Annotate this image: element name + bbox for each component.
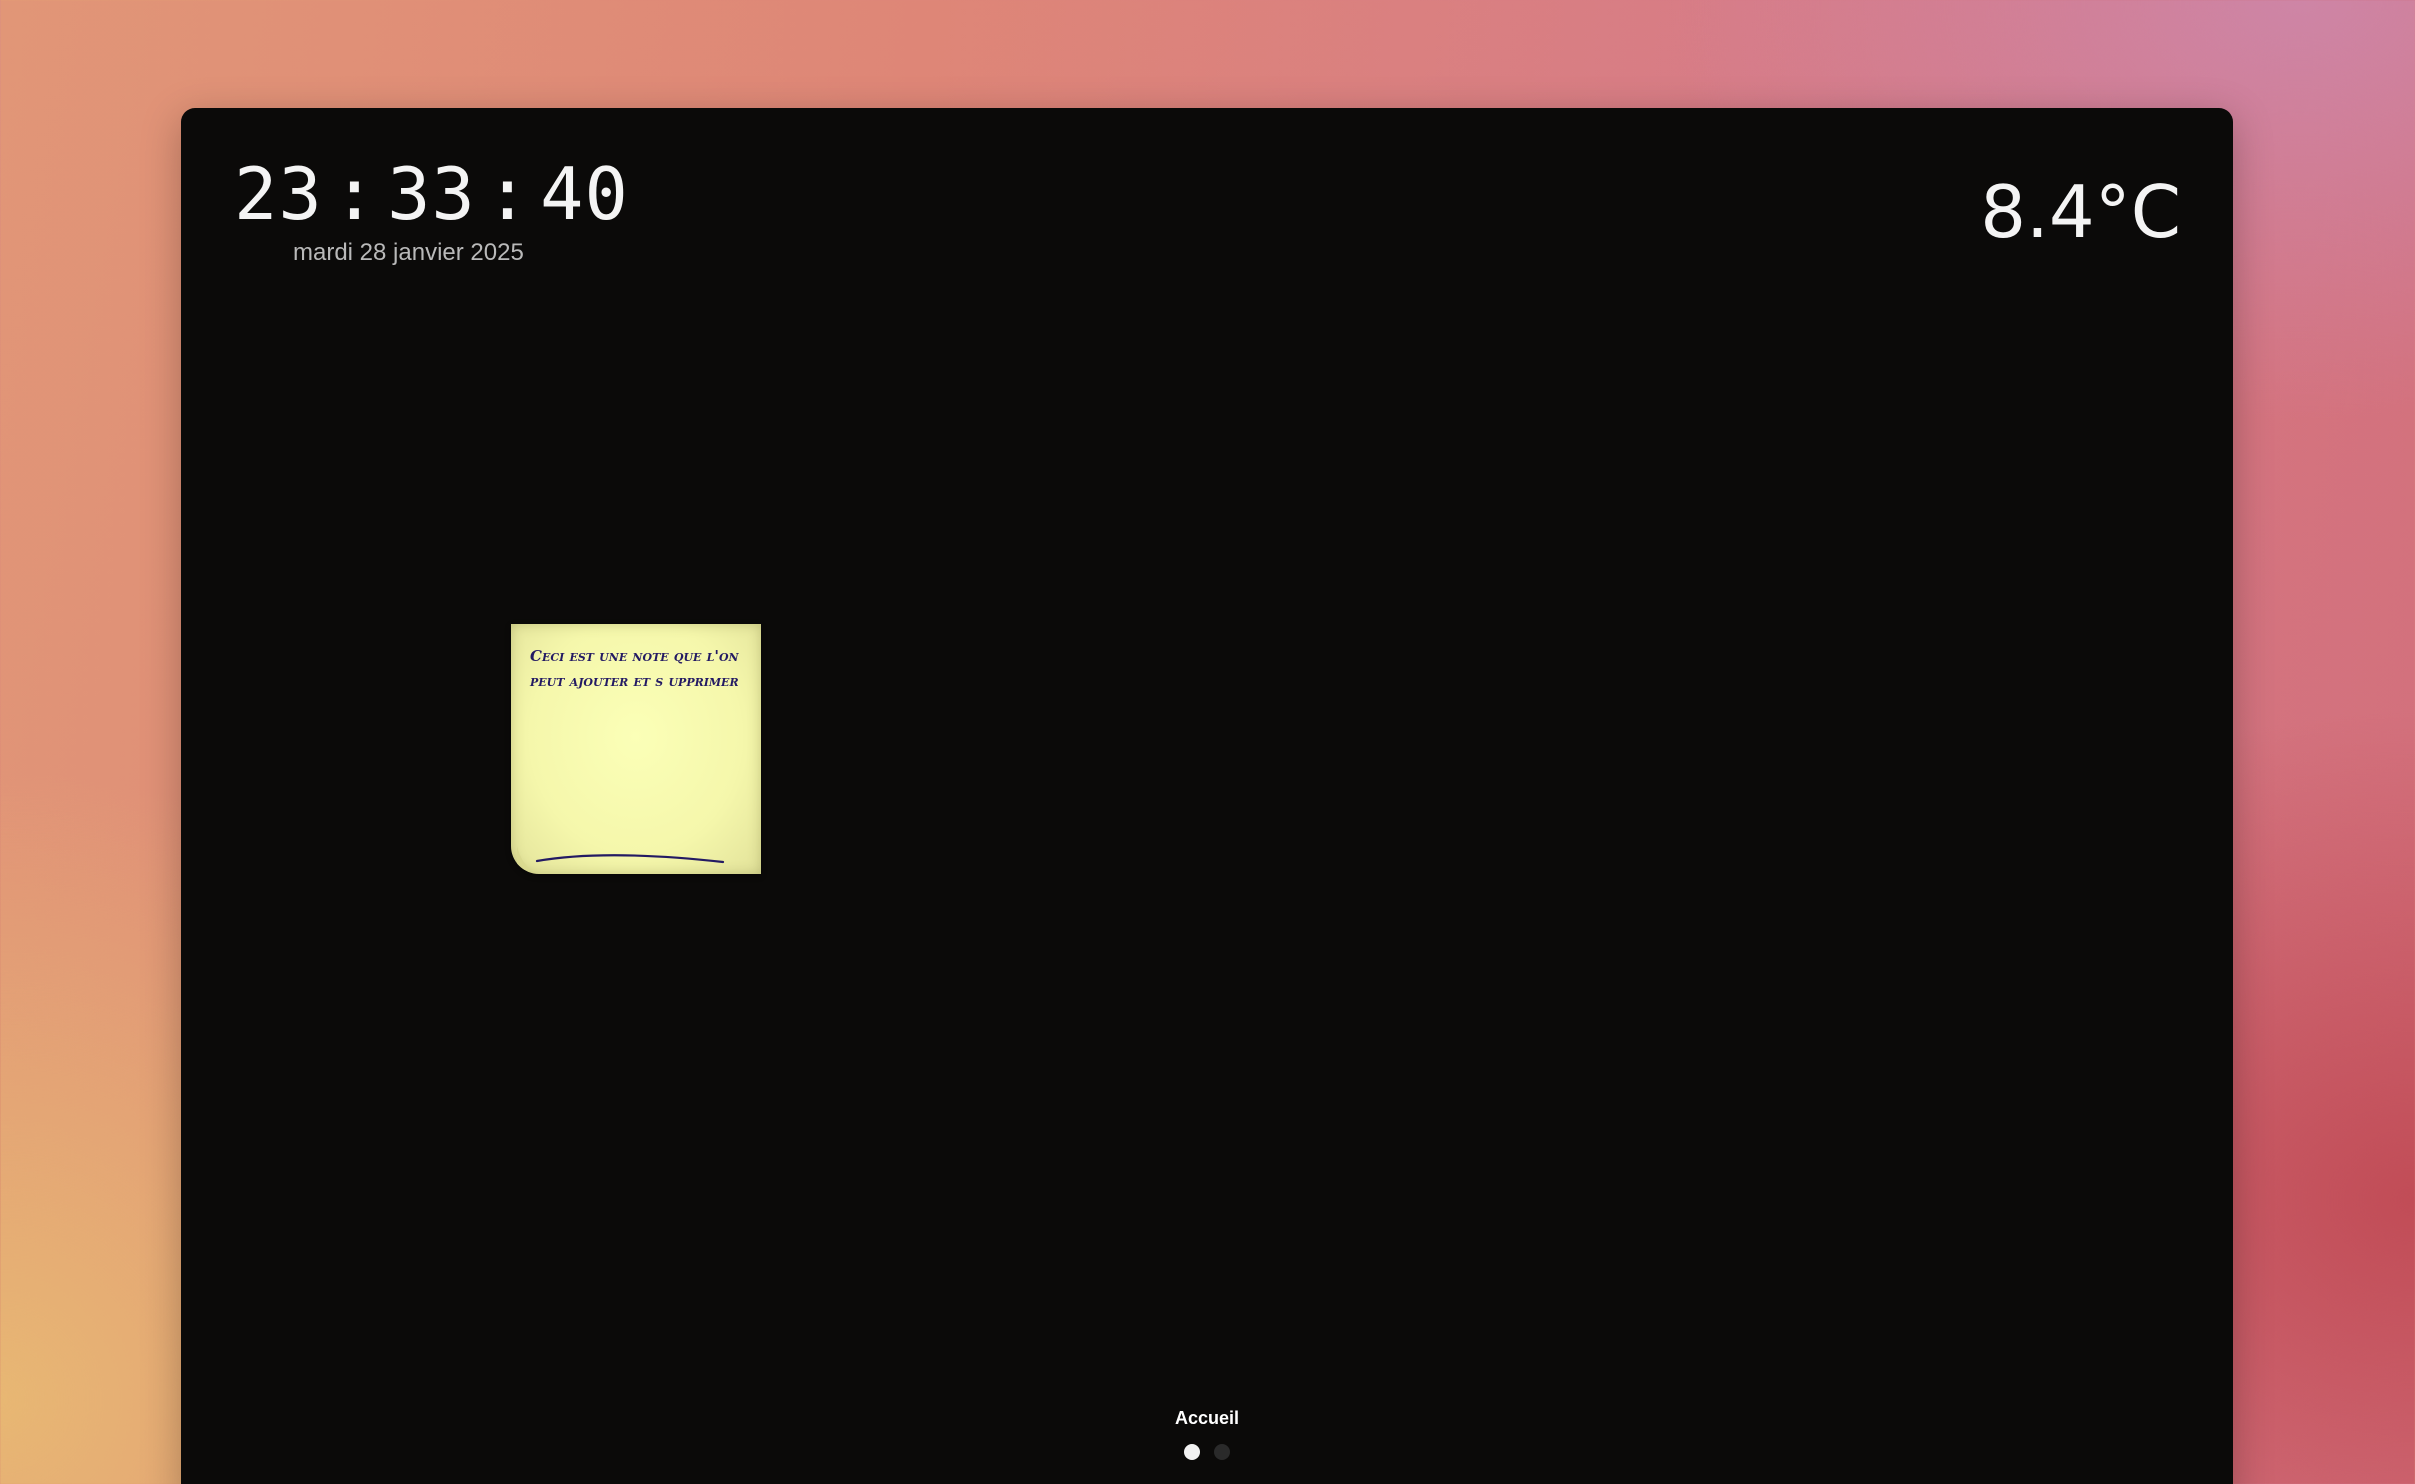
page-indicator <box>181 1444 2233 1460</box>
dashboard-screen: 23:33:40 mardi 28 janvier 2025 8.4°C Cec… <box>181 108 2233 1484</box>
clock-hours: 23 <box>234 152 323 236</box>
sticky-note[interactable]: Ceci est une note que l'on peut ajouter … <box>511 624 761 874</box>
clock-separator: : <box>485 152 531 236</box>
clock-seconds: 40 <box>540 152 629 236</box>
clock-separator: : <box>332 152 378 236</box>
clock: 23:33:40 <box>234 158 629 230</box>
page-dot-2[interactable] <box>1214 1444 1230 1460</box>
sticky-note-curl <box>517 846 725 870</box>
current-date: mardi 28 janvier 2025 <box>293 239 524 266</box>
weather-temperature[interactable]: 8.4°C <box>1980 176 2181 248</box>
page-dot-1[interactable] <box>1184 1444 1200 1460</box>
sticky-note-text[interactable]: Ceci est une note que l'on peut ajouter … <box>530 644 750 694</box>
clock-minutes: 33 <box>387 152 476 236</box>
page-title: Accueil <box>1174 1408 1240 1428</box>
